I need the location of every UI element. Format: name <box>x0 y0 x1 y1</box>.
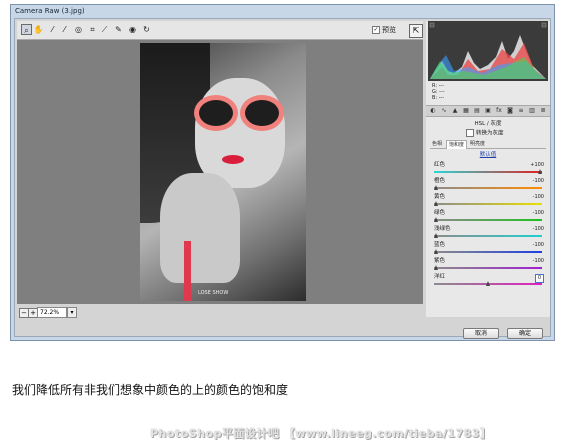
ok-button[interactable]: 确定 <box>507 328 543 339</box>
spot-removal-tool-icon[interactable]: ✎ <box>113 24 124 35</box>
tone-curve-icon[interactable]: ∿ <box>440 107 448 115</box>
slider-label: 绿色 <box>434 210 446 216</box>
slider-row: 黄色 -100 <box>434 194 546 210</box>
convert-grayscale-checkbox[interactable]: 转换为灰度 <box>466 129 504 138</box>
rotate-tool-icon[interactable]: ↻ <box>141 24 152 35</box>
toolbar: ⌕ ✋ ⁄ ⁄ ◎ ⌗ ⟋ ✎ ◉ ↻ ✓ 预览 ⇱ <box>17 21 423 40</box>
camera-calibration-icon[interactable]: ◙ <box>506 107 514 115</box>
slider-label: 洋红 <box>434 274 446 280</box>
tab-hue[interactable]: 色相 <box>430 140 444 148</box>
slider-track[interactable] <box>434 235 542 237</box>
photo-caption: LOSE SHOW <box>198 290 229 296</box>
caption-text: 我们降低所有非我们想象中颜色的上的颜色的饱和度 <box>12 383 289 397</box>
slider-track[interactable] <box>434 203 542 205</box>
panel-title: HSL / 灰度 <box>474 121 502 127</box>
effects-icon[interactable]: fx <box>495 107 503 115</box>
slider-row: 浅绿色 -100 <box>434 226 546 242</box>
slider-label: 黄色 <box>434 194 446 200</box>
presets-icon[interactable]: ≡ <box>517 107 525 115</box>
slider-row: 橙色 -100 <box>434 178 546 194</box>
tab-luminance[interactable]: 明亮度 <box>468 140 487 148</box>
preview-label: 预览 <box>382 26 396 34</box>
tab-saturation[interactable]: 饱和度 <box>446 140 468 149</box>
slider-label: 紫色 <box>434 258 446 264</box>
convert-grayscale-label: 转换为灰度 <box>476 130 504 137</box>
slider-row: 洋红 0 <box>434 274 546 290</box>
panel-menu-icon[interactable]: ≣ <box>539 107 547 115</box>
sunglasses-right-lens <box>240 95 284 131</box>
photo-preview: LOSE SHOW <box>140 43 306 301</box>
slider-value[interactable]: -100 <box>533 210 544 217</box>
straighten-tool-icon[interactable]: ⟋ <box>99 24 110 35</box>
slider-label: 红色 <box>434 162 446 168</box>
slider-label: 浅绿色 <box>434 226 451 232</box>
slider-value[interactable]: 0 <box>534 274 544 283</box>
sunglasses-left-lens <box>194 95 238 131</box>
preview-checkbox[interactable]: ✓ 预览 <box>372 26 396 35</box>
histogram <box>428 21 548 81</box>
window-client: ⌕ ✋ ⁄ ⁄ ◎ ⌗ ⟋ ✎ ◉ ↻ ✓ 预览 ⇱ LOSE SHOW − +… <box>14 18 551 339</box>
slider-row: 绿色 -100 <box>434 210 546 226</box>
watermark-text: PhotoShop平面设计吧 【www.lineeg.com/tieba/178… <box>150 427 492 440</box>
hsl-subtabs: 色相 饱和度 明亮度 <box>430 140 546 149</box>
b-readout: B: --- <box>432 95 445 101</box>
zoom-tool-icon[interactable]: ⌕ <box>21 24 32 35</box>
red-eye-tool-icon[interactable]: ◉ <box>127 24 138 35</box>
zoom-dropdown-icon[interactable]: ▾ <box>67 307 77 318</box>
rgb-readout: R: --- G: --- B: --- <box>432 83 445 101</box>
photo-red-strap <box>184 241 191 301</box>
detail-panel-icon[interactable]: ▲ <box>451 107 459 115</box>
slider-track[interactable] <box>434 219 542 221</box>
hand-tool-icon[interactable]: ✋ <box>33 24 44 35</box>
color-sampler-tool-icon[interactable]: ⁄ <box>59 24 70 35</box>
panel-tab-icons: ◐ ∿ ▲ ▦ ▤ ▣ fx ◙ ≡ ▥ ≣ <box>426 105 550 117</box>
zoom-level-field[interactable]: 72.2% <box>37 307 67 318</box>
slider-row: 红色 +100 <box>434 162 546 178</box>
slider-value[interactable]: +100 <box>530 162 544 169</box>
slider-value[interactable]: -100 <box>533 194 544 201</box>
slider-track[interactable] <box>434 267 542 269</box>
hsl-panel-icon[interactable]: ▦ <box>462 107 470 115</box>
right-panel: R: --- G: --- B: --- ◐ ∿ ▲ ▦ ▤ ▣ fx ◙ ≡ … <box>426 21 550 317</box>
camera-raw-window: Camera Raw (3.jpg) ⌕ ✋ ⁄ ⁄ ◎ ⌗ ⟋ ✎ ◉ ↻ ✓… <box>10 4 555 341</box>
white-balance-tool-icon[interactable]: ⁄ <box>47 24 58 35</box>
slider-label: 橙色 <box>434 178 446 184</box>
basic-panel-icon[interactable]: ◐ <box>429 107 437 115</box>
slider-track[interactable] <box>434 187 542 189</box>
window-title: Camera Raw (3.jpg) <box>15 7 85 15</box>
slider-value[interactable]: -100 <box>533 226 544 233</box>
preview-checkbox-box[interactable]: ✓ <box>372 26 380 34</box>
image-preview-area[interactable]: LOSE SHOW <box>17 40 423 304</box>
default-link[interactable]: 默认值 <box>426 150 550 158</box>
photo-face <box>195 78 285 188</box>
slider-track[interactable] <box>434 251 542 253</box>
target-adjust-tool-icon[interactable]: ◎ <box>73 24 84 35</box>
slider-label: 蓝色 <box>434 242 446 248</box>
slider-row: 蓝色 -100 <box>434 242 546 258</box>
slider-track[interactable] <box>434 171 542 173</box>
crop-tool-icon[interactable]: ⌗ <box>87 24 98 35</box>
slider-row: 紫色 -100 <box>434 258 546 274</box>
split-toning-icon[interactable]: ▤ <box>473 107 481 115</box>
photo-lips <box>222 155 244 164</box>
lens-corrections-icon[interactable]: ▣ <box>484 107 492 115</box>
slider-value[interactable]: -100 <box>533 242 544 249</box>
zoom-bar: − + 72.2% ▾ <box>17 306 423 318</box>
slider-value[interactable]: -100 <box>533 178 544 185</box>
convert-grayscale-box[interactable] <box>466 129 474 137</box>
cancel-button[interactable]: 取消 <box>463 328 499 339</box>
photo-hand <box>160 173 240 283</box>
fullscreen-icon[interactable]: ⇱ <box>409 24 423 38</box>
snapshots-icon[interactable]: ▥ <box>528 107 536 115</box>
slider-value[interactable]: -100 <box>533 258 544 265</box>
